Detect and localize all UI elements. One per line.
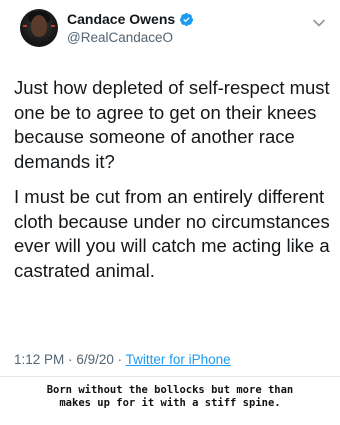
- avatar-accent-left: [23, 25, 27, 27]
- meta-separator: ·: [68, 352, 73, 367]
- divider: [0, 376, 340, 377]
- tweet-metadata: 1:12 PM · 6/9/20 · Twitter for iPhone: [14, 352, 231, 367]
- avatar[interactable]: [20, 9, 58, 47]
- chevron-down-icon[interactable]: [312, 16, 326, 30]
- name-row: Candace Owens: [67, 11, 194, 27]
- tweet-date[interactable]: 6/9/20: [76, 352, 114, 367]
- caption-line-2: makes up for it with a stiff spine.: [59, 397, 281, 409]
- user-handle[interactable]: @RealCandaceO: [67, 30, 173, 45]
- verified-badge-icon: [180, 12, 194, 26]
- caption-line-1: Born without the bollocks but more than: [46, 384, 294, 396]
- tweet-paragraph-1: Just how depleted of self-respect must o…: [14, 77, 330, 172]
- image-caption: Born without the bollocks but more than …: [0, 384, 340, 410]
- tweet-text: Just how depleted of self-respect must o…: [14, 76, 332, 294]
- avatar-accent-right: [51, 25, 55, 27]
- avatar-face: [31, 15, 47, 37]
- tweet-source-link[interactable]: Twitter for iPhone: [126, 352, 231, 367]
- tweet-time[interactable]: 1:12 PM: [14, 352, 64, 367]
- meta-separator: ·: [117, 352, 123, 367]
- display-name[interactable]: Candace Owens: [67, 11, 175, 27]
- tweet-paragraph-2: I must be cut from an entirely different…: [14, 186, 330, 281]
